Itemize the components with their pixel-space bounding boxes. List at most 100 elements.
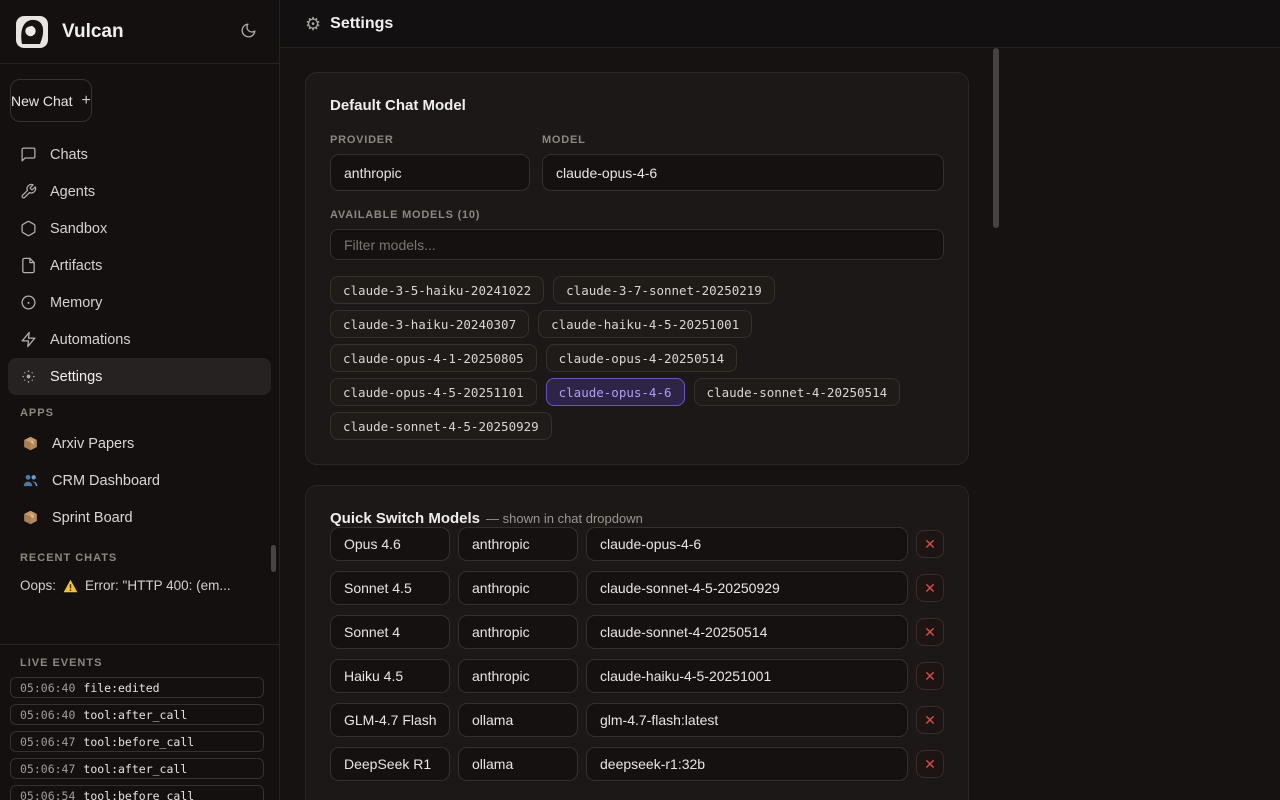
app-item-arxiv-papers[interactable]: Arxiv Papers [0,425,279,462]
model-chip[interactable]: claude-3-5-haiku-20241022 [330,276,544,304]
app-item-sprint-board[interactable]: Sprint Board [0,499,279,536]
row-model-input[interactable] [586,527,908,561]
row-provider-input[interactable] [458,703,578,737]
quick-switch-row: ✕ [330,703,944,737]
row-name-input[interactable] [330,615,450,649]
event-name: tool:after_call [83,762,187,776]
model-chip[interactable]: claude-opus-4-5-20251101 [330,378,537,406]
sidebar-item-label: Artifacts [50,258,102,274]
model-chip[interactable]: claude-sonnet-4-5-20250929 [330,412,552,440]
main-area: ⚙ Settings Default Chat Model PROVIDER M… [280,0,1280,800]
available-models-label: AVAILABLE MODELS (10) [330,209,944,221]
settings-scroll-area: Default Chat Model PROVIDER MODEL AVAILA… [280,48,1000,800]
delete-row-button[interactable]: ✕ [916,618,944,646]
event-time: 05:06:47 [20,762,75,776]
sidebar-item-sandbox[interactable]: Sandbox [8,210,271,247]
model-chip[interactable]: claude-sonnet-4-20250514 [694,378,901,406]
live-event-row: 05:06:47 tool:before_call [10,731,264,752]
event-name: tool:after_call [83,708,187,722]
sidebar-header: Vulcan [0,0,279,64]
row-name-input[interactable] [330,659,450,693]
page-title: Settings [330,15,393,33]
sidebar-nav: Chats Agents Sandbox Artifacts Memory [0,136,279,395]
event-time: 05:06:40 [20,708,75,722]
quick-switch-row: ✕ [330,527,944,561]
zap-icon [20,331,38,349]
row-name-input[interactable] [330,527,450,561]
row-name-input[interactable] [330,747,450,781]
plus-icon: + [81,92,90,110]
delete-row-button[interactable]: ✕ [916,706,944,734]
row-provider-input[interactable] [458,527,578,561]
sidebar-item-label: Settings [50,369,102,385]
x-icon: ✕ [924,581,936,595]
app-logo [16,16,48,48]
sidebar-scrollbar[interactable] [271,545,276,572]
circle-dot-icon [20,294,38,312]
event-name: file:edited [83,681,159,695]
x-icon: ✕ [924,537,936,551]
row-model-input[interactable] [586,747,908,781]
row-name-input[interactable] [330,703,450,737]
dotted-gear-icon [20,368,38,386]
model-chip[interactable]: claude-3-7-sonnet-20250219 [553,276,775,304]
theme-toggle-button[interactable] [233,17,263,47]
model-input[interactable] [542,154,944,191]
app-title: Vulcan [62,21,219,43]
delete-row-button[interactable]: ✕ [916,530,944,558]
recent-chat-item[interactable]: Oops: Error: "HTTP 400: (em... [0,578,279,593]
sidebar: Vulcan New Chat + Chats Agents Sa [0,0,280,800]
package-icon [22,435,39,452]
row-provider-input[interactable] [458,571,578,605]
row-model-input[interactable] [586,571,908,605]
model-chip[interactable]: claude-opus-4-1-20250805 [330,344,537,372]
card-title: Quick Switch Models— shown in chat dropd… [330,510,944,527]
event-time: 05:06:47 [20,735,75,749]
model-chip[interactable]: claude-3-haiku-20240307 [330,310,529,338]
live-event-row: 05:06:40 tool:after_call [10,704,264,725]
row-model-input[interactable] [586,615,908,649]
sidebar-item-agents[interactable]: Agents [8,173,271,210]
new-chat-label: New Chat [11,93,72,109]
row-provider-input[interactable] [458,747,578,781]
sidebar-item-artifacts[interactable]: Artifacts [8,247,271,284]
sidebar-item-label: Memory [50,295,102,311]
row-model-input[interactable] [586,659,908,693]
delete-row-button[interactable]: ✕ [916,574,944,602]
provider-label: PROVIDER [330,134,530,146]
wrench-icon [20,183,38,201]
provider-input[interactable] [330,154,530,191]
filter-models-input[interactable] [330,229,944,260]
event-name: tool:before_call [83,735,194,749]
sidebar-item-memory[interactable]: Memory [8,284,271,321]
sidebar-item-automations[interactable]: Automations [8,321,271,358]
live-events-label: LIVE EVENTS [0,657,279,669]
app-item-crm-dashboard[interactable]: CRM Dashboard [0,462,279,499]
quick-switch-row: ✕ [330,615,944,649]
row-provider-input[interactable] [458,615,578,649]
model-chip-selected[interactable]: claude-opus-4-6 [546,378,685,406]
row-provider-input[interactable] [458,659,578,693]
row-model-input[interactable] [586,703,908,737]
warning-icon [63,579,78,593]
quick-switch-row: ✕ [330,659,944,693]
model-chip[interactable]: claude-opus-4-20250514 [546,344,738,372]
delete-row-button[interactable]: ✕ [916,662,944,690]
event-time: 05:06:54 [20,789,75,800]
model-chip-list: claude-3-5-haiku-20241022 claude-3-7-son… [330,276,944,440]
model-chip[interactable]: claude-haiku-4-5-20251001 [538,310,752,338]
event-time: 05:06:40 [20,681,75,695]
main-scrollbar[interactable] [993,48,999,228]
row-name-input[interactable] [330,571,450,605]
x-icon: ✕ [924,625,936,639]
sidebar-item-label: Sandbox [50,221,107,237]
sidebar-item-chats[interactable]: Chats [8,136,271,173]
new-chat-button[interactable]: New Chat + [10,79,92,122]
package-icon [22,509,39,526]
quick-switch-row: ✕ [330,571,944,605]
delete-row-button[interactable]: ✕ [916,750,944,778]
quick-switch-title: Quick Switch Models [330,510,480,527]
sidebar-item-settings[interactable]: Settings [8,358,271,395]
hexagon-icon [20,220,38,238]
recent-chat-item-clipped[interactable]: ... [20,637,267,644]
